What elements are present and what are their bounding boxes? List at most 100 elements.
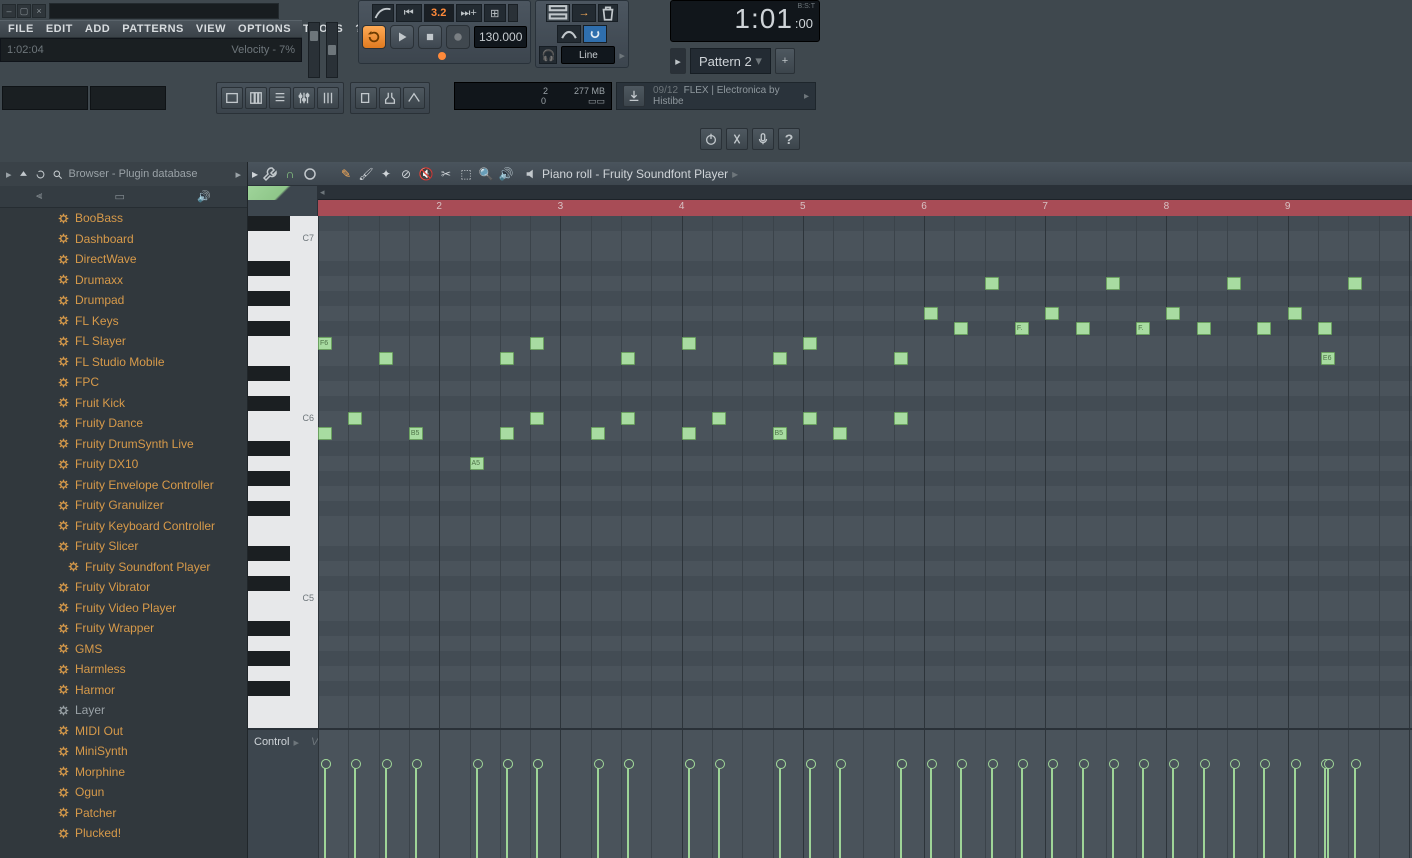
view-playlist-button[interactable]: [221, 87, 243, 109]
velocity-bar[interactable]: [1263, 763, 1265, 858]
tools-button[interactable]: [726, 128, 748, 150]
browser-item[interactable]: Fruity Slicer: [0, 536, 247, 557]
velocity-bar[interactable]: [385, 763, 387, 858]
velocity-bar[interactable]: [1233, 763, 1235, 858]
time-display[interactable]: B:S:T 1:01:00: [670, 0, 820, 42]
browser-item[interactable]: DirectWave: [0, 249, 247, 270]
browser-item[interactable]: Fruity DrumSynth Live: [0, 434, 247, 455]
main-pitch-fader[interactable]: [326, 22, 338, 78]
browser-item[interactable]: Fruity DX10: [0, 454, 247, 475]
note[interactable]: [318, 427, 332, 440]
note[interactable]: F6: [318, 337, 332, 350]
pr-hscroll[interactable]: ◂: [318, 186, 1412, 200]
browser-item[interactable]: Fruity Soundfont Player: [0, 557, 247, 578]
play-button[interactable]: [390, 25, 414, 49]
snap-btn-1[interactable]: ⏮: [396, 4, 422, 22]
note[interactable]: E6: [1321, 352, 1335, 365]
velocity-bar[interactable]: [1021, 763, 1023, 858]
view-mixer-button[interactable]: [293, 87, 315, 109]
velocity-bar[interactable]: [1354, 763, 1356, 858]
velocity-bar[interactable]: [1112, 763, 1114, 858]
draw-icon[interactable]: ✎: [338, 166, 354, 182]
slice-icon[interactable]: ✂: [438, 166, 454, 182]
velocity-bar[interactable]: [1142, 763, 1144, 858]
snapmode-display[interactable]: Line: [561, 46, 615, 64]
velocity-bar[interactable]: [354, 763, 356, 858]
note[interactable]: [500, 427, 514, 440]
browser-item[interactable]: Plucked!: [0, 823, 247, 844]
note[interactable]: [894, 352, 908, 365]
velocity-bar[interactable]: [324, 763, 326, 858]
view-playlist-icon[interactable]: [546, 4, 570, 22]
plugin-button[interactable]: [379, 87, 401, 109]
note[interactable]: [1076, 322, 1090, 335]
pattern-selector[interactable]: Pattern 2 ▾: [690, 48, 771, 74]
note[interactable]: [682, 337, 696, 350]
wrench-icon[interactable]: [262, 166, 278, 182]
note[interactable]: [1227, 277, 1241, 290]
velocity-bar[interactable]: [1324, 763, 1326, 858]
note[interactable]: [954, 322, 968, 335]
paint-icon[interactable]: 🖌: [358, 166, 374, 182]
note[interactable]: [1257, 322, 1271, 335]
velocity-bar[interactable]: [809, 763, 811, 858]
velocity-bar[interactable]: [1327, 763, 1329, 858]
note[interactable]: [1106, 277, 1120, 290]
note[interactable]: [348, 412, 362, 425]
note[interactable]: [1197, 322, 1211, 335]
mute-icon[interactable]: ⊘: [398, 166, 414, 182]
browser-item[interactable]: Morphine: [0, 762, 247, 783]
pattern-prev[interactable]: ▸: [670, 48, 686, 74]
browser-item[interactable]: Fruity Vibrator: [0, 577, 247, 598]
velocity-bar[interactable]: [1294, 763, 1296, 858]
piano-keys[interactable]: C7C6C5: [248, 216, 318, 728]
note[interactable]: [530, 337, 544, 350]
countdown-icon[interactable]: [583, 25, 607, 43]
midi-icon[interactable]: 🎧: [539, 46, 557, 64]
velocity-bar[interactable]: [688, 763, 690, 858]
record-button[interactable]: [446, 25, 470, 49]
velocity-bar[interactable]: [506, 763, 508, 858]
note[interactable]: [1348, 277, 1362, 290]
note[interactable]: [833, 427, 847, 440]
velocity-bar[interactable]: [930, 763, 932, 858]
refresh-icon[interactable]: [35, 169, 46, 180]
note[interactable]: [379, 352, 393, 365]
stop-button[interactable]: [418, 25, 442, 49]
browser-item[interactable]: MiniSynth: [0, 741, 247, 762]
tempo-display[interactable]: 130.000: [474, 26, 527, 48]
pattern-add[interactable]: +: [775, 48, 795, 74]
note[interactable]: [712, 412, 726, 425]
note[interactable]: A5: [470, 457, 484, 470]
view-channelrack-button[interactable]: [269, 87, 291, 109]
erase-icon[interactable]: ✦: [378, 166, 394, 182]
browser-list[interactable]: BooBassDashboardDirectWaveDrumaxxDrumpad…: [0, 208, 247, 844]
note[interactable]: [803, 412, 817, 425]
metronome-icon[interactable]: →: [572, 4, 596, 22]
help-button[interactable]: ?: [778, 128, 800, 150]
note[interactable]: [591, 427, 605, 440]
doc-icon[interactable]: ▭: [115, 190, 125, 203]
browser-item[interactable]: Fruity Dance: [0, 413, 247, 434]
slip-icon[interactable]: 🔇: [418, 166, 434, 182]
browser-item[interactable]: GMS: [0, 639, 247, 660]
save-arrow-icon[interactable]: [623, 85, 645, 107]
note[interactable]: F.: [1015, 322, 1029, 335]
close-button[interactable]: ×: [32, 4, 46, 18]
browser-item[interactable]: Fruity Granulizer: [0, 495, 247, 516]
mic-button[interactable]: [752, 128, 774, 150]
velocity-bar[interactable]: [476, 763, 478, 858]
speaker-icon[interactable]: 🔊: [197, 190, 211, 203]
browser-item[interactable]: Drumaxx: [0, 270, 247, 291]
note[interactable]: [1318, 322, 1332, 335]
loop-button[interactable]: [362, 25, 386, 49]
maximize-button[interactable]: ▢: [17, 4, 31, 18]
browser-item[interactable]: Fruity Wrapper: [0, 618, 247, 639]
browser-item[interactable]: MIDI Out: [0, 721, 247, 742]
timeline[interactable]: 23456789: [318, 200, 1412, 216]
note[interactable]: [682, 427, 696, 440]
browser-item[interactable]: Ogun: [0, 782, 247, 803]
browser-item[interactable]: BooBass: [0, 208, 247, 229]
velocity-bar[interactable]: [1172, 763, 1174, 858]
power-button[interactable]: [700, 128, 722, 150]
